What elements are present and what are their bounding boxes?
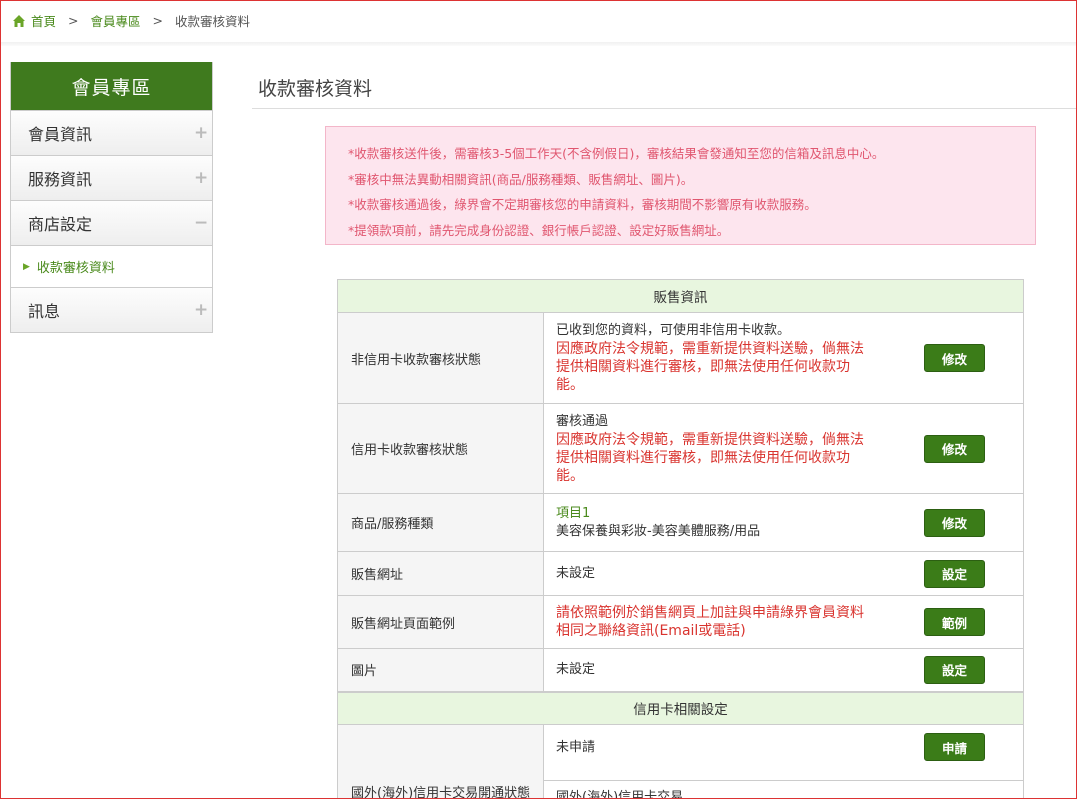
home-icon [13,14,25,27]
breadcrumb: 首頁 > 會員專區 > 收款審核資料 [12,11,250,30]
row-value: 未申請 申請 國外(海外)信用卡交易 [543,724,1024,799]
sidebar: 會員專區 會員資訊 + 服務資訊 + 商店設定 − ▶ 收款審核資料 訊息 + [10,62,213,333]
notice-line: *收款審核通過後，綠界會不定期審核您的申請資料，審核期間不影響原有收款服務。 [348,197,817,212]
status-text: 國外(海外)信用卡交易 [556,790,684,799]
page-title: 收款審核資料 [258,78,373,100]
section-header-sales: 販售資訊 [337,279,1024,313]
sidebar-item-store-settings[interactable]: 商店設定 − [11,200,212,245]
view-example-button[interactable]: 範例 [924,608,985,636]
status-text: 已收到您的資料，可使用非信用卡收款。 [556,323,791,338]
table-row: 商品/服務種類 項目1 美容保養與彩妝-美容美體服務/用品 修改 [337,493,1024,552]
row-value: 項目1 美容保養與彩妝-美容美體服務/用品 修改 [543,493,1024,552]
expand-plus-icon[interactable]: + [194,123,208,143]
expand-plus-icon[interactable]: + [194,300,208,320]
row-value: 請依照範例於銷售網頁上加註與申請綠界會員資料相同之聯絡資訊(Email或電話) … [543,595,1024,649]
row-label: 販售網址 [337,551,544,596]
sidebar-item-label: 服務資訊 [28,170,93,189]
set-image-button[interactable]: 設定 [924,655,985,684]
sidebar-item-label: 商店設定 [28,215,93,234]
title-divider [252,108,1076,109]
apply-overseas-button[interactable]: 申請 [924,733,985,761]
triangle-right-icon: ▶ [23,261,30,272]
set-sales-url-button[interactable]: 設定 [924,559,985,588]
expand-plus-icon[interactable]: + [194,168,208,188]
row-label: 非信用卡收款審核狀態 [337,312,544,404]
sidebar-title: 會員專區 [11,62,212,110]
sidebar-subitem-payment-review[interactable]: ▶ 收款審核資料 [11,245,212,287]
table-row: 圖片 未設定 設定 [337,648,1024,692]
table-row: 非信用卡收款審核狀態 已收到您的資料，可使用非信用卡收款。 因應政府法令規範，需… [337,312,1024,404]
sidebar-item-label: 訊息 [28,302,61,321]
notice-line: *審核中無法異動相關資訊(商品/服務種類、販售網址、圖片)。 [348,171,694,187]
breadcrumb-current: 收款審核資料 [175,14,251,29]
status-text: 審核通過 [556,413,609,429]
status-text: 未申請 [556,740,596,755]
collapse-minus-icon[interactable]: − [194,213,208,233]
table-row: 國外(海外)信用卡交易開通狀態 未申請 申請 國外(海外)信用卡交易 [337,724,1024,799]
breadcrumb-separator: > [68,13,79,28]
item-description: 美容保養與彩妝-美容美體服務/用品 [556,523,761,539]
warning-text: 因應政府法令規範，需重新提供資料送驗，倘無法提供相關資料進行審核，即無法使用任何… [556,431,864,484]
breadcrumb-member-link[interactable]: 會員專區 [91,11,141,30]
row-value: 未設定 設定 [543,648,1024,692]
sub-row: 國外(海外)信用卡交易 [544,780,1023,799]
header-divider [0,42,1077,46]
table-row: 信用卡收款審核狀態 審核通過 因應政府法令規範，需重新提供資料送驗，倘無法提供相… [337,403,1024,494]
value-text: 未設定 [556,661,596,677]
row-value: 已收到您的資料，可使用非信用卡收款。 因應政府法令規範，需重新提供資料送驗，倘無… [543,312,1024,404]
row-label: 信用卡收款審核狀態 [337,403,544,494]
edit-product-type-button[interactable]: 修改 [924,508,985,537]
edit-credit-button[interactable]: 修改 [924,434,985,463]
row-label: 國外(海外)信用卡交易開通狀態 [337,724,544,799]
warning-text: 因應政府法令規範，需重新提供資料送驗，倘無法提供相關資料進行審核，即無法使用任何… [556,341,864,393]
payment-review-table: 販售資訊 非信用卡收款審核狀態 已收到您的資料，可使用非信用卡收款。 因應政府法… [337,279,1024,799]
breadcrumb-separator: > [152,13,163,28]
notice-line: *收款審核送件後，需審核3-5個工作天(不含例假日)，審核結果會發通知至您的信箱… [348,146,885,161]
row-value: 未設定 設定 [543,551,1024,596]
sidebar-subitem-label: 收款審核資料 [36,261,115,276]
sidebar-item-label: 會員資訊 [28,125,93,144]
row-label: 圖片 [337,648,544,692]
row-value: 審核通過 因應政府法令規範，需重新提供資料送驗，倘無法提供相關資料進行審核，即無… [543,403,1024,494]
notice-line: *提領款項前，請先完成身份認證、銀行帳戶認證、設定好販售網址。 [348,222,730,238]
sidebar-item-member-info[interactable]: 會員資訊 + [11,110,212,155]
table-row: 販售網址 未設定 設定 [337,551,1024,596]
section-header-credit: 信用卡相關設定 [337,690,1024,725]
example-text: 請依照範例於銷售網頁上加註與申請綠界會員資料相同之聯絡資訊(Email或電話) [556,605,864,639]
value-text: 未設定 [556,565,596,581]
breadcrumb-home-link[interactable]: 首頁 [31,11,56,30]
table-row: 販售網址頁面範例 請依照範例於銷售網頁上加註與申請綠界會員資料相同之聯絡資訊(E… [337,595,1024,649]
notice-box: *收款審核送件後，需審核3-5個工作天(不含例假日)，審核結果會發通知至您的信箱… [325,126,1036,245]
item-title: 項目1 [556,505,591,521]
sidebar-item-service-info[interactable]: 服務資訊 + [11,155,212,200]
sidebar-item-messages[interactable]: 訊息 + [11,287,212,332]
row-label: 販售網址頁面範例 [337,595,544,649]
edit-non-credit-button[interactable]: 修改 [924,344,985,372]
row-label: 商品/服務種類 [337,493,544,552]
